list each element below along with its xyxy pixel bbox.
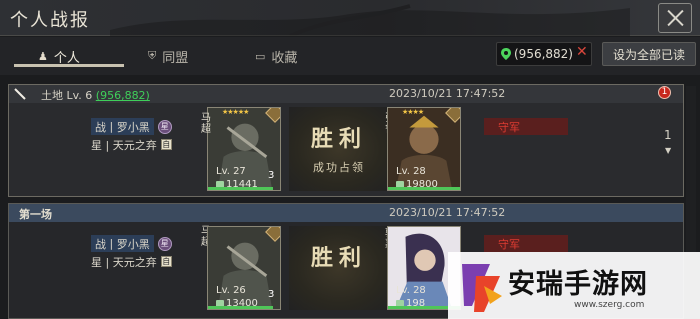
person-icon: ♟: [38, 49, 48, 63]
round-header: 第一场 2023/10/21 17:47:52: [9, 204, 683, 222]
result-subtitle: 成功占领: [313, 161, 365, 174]
page-number: 1: [664, 128, 672, 142]
result-title: 胜利: [310, 245, 367, 271]
hero-health-bar: [388, 187, 460, 190]
brush-icon: [14, 88, 26, 100]
site-watermark: 安瑞手游网 www.szerg.com: [448, 252, 700, 319]
active-tab-indicator: [14, 64, 124, 67]
hero-count: 3: [268, 289, 275, 300]
result-title: 胜利: [310, 126, 367, 152]
round-label: 第一场: [19, 208, 52, 221]
close-button[interactable]: [658, 3, 692, 33]
attacker-player-row[interactable]: 战 | 罗小黑 星: [91, 118, 199, 135]
hero-stars: ★★★★: [402, 108, 424, 116]
mark-all-read-button[interactable]: 设为全部已读: [602, 42, 696, 66]
attacker-alliance-row[interactable]: 星 | 天元之弃 自: [91, 136, 199, 153]
land-info: 土地 Lv. 6 (956,882): [41, 87, 150, 103]
tab-bar: ♟ 个人 ⛨ 同盟 ▭ 收藏: [0, 37, 700, 75]
attacker-hero-card[interactable]: Lv. 26 3 13400: [207, 226, 281, 310]
star-badge-icon: 星: [157, 236, 172, 251]
attacker-alliance-name: 星 | 天元之弃: [91, 138, 157, 152]
land-level: 土地 Lv. 6: [41, 89, 93, 102]
battle-result: 胜利 成功占领: [289, 107, 389, 191]
star-badge-icon: 星: [157, 119, 172, 134]
attacker-alliance-name: 星 | 天元之弃: [91, 255, 157, 269]
hero-level: Lv. 27: [216, 166, 246, 177]
report-header: 土地 Lv. 6 (956,882) 2023/10/21 17:47:52 1: [9, 85, 683, 103]
defender-label: 守军: [484, 118, 568, 135]
attacker-hero-name: 马超: [201, 113, 211, 135]
bookmark-icon: ▭: [255, 49, 266, 63]
self-badge-icon: 自: [160, 256, 172, 267]
battle-report-card[interactable]: 土地 Lv. 6 (956,882) 2023/10/21 17:47:52 1…: [8, 84, 684, 197]
attacker-player-row[interactable]: 战 | 罗小黑 星: [91, 235, 199, 252]
watermark-text: 安瑞手游网: [508, 269, 648, 300]
attacker-hero-card[interactable]: ★★★★★ Lv. 27 3 11441: [207, 107, 281, 191]
location-pin-icon: [501, 48, 511, 60]
window-header: 个人战报: [0, 0, 700, 36]
hero-stars: ★★★★★: [222, 108, 249, 116]
hero-health-bar: [208, 306, 273, 309]
hero-health-bar: [208, 187, 273, 190]
clear-filter-button[interactable]: ✕: [576, 44, 588, 60]
tab-label: 同盟: [162, 50, 189, 66]
ink-wash-decoration: [110, 4, 630, 36]
hero-count: 3: [268, 170, 275, 181]
unread-badge: 1: [658, 86, 671, 99]
hero-portrait: [388, 108, 460, 190]
self-badge-icon: 自: [160, 139, 172, 150]
hero-level: Lv. 28: [396, 166, 426, 177]
report-timestamp: 2023/10/21 17:47:52: [389, 87, 506, 100]
tab-bookmarks[interactable]: ▭ 收藏: [255, 41, 297, 71]
attacker-player-name: 战 | 罗小黑: [91, 118, 154, 135]
scroll-down-icon[interactable]: ▼: [665, 146, 671, 155]
land-coordinate-link[interactable]: (956,882): [96, 89, 150, 102]
hero-level: Lv. 28: [396, 285, 426, 296]
watermark-logo: [462, 264, 502, 312]
tab-label: 个人: [53, 50, 80, 66]
defender-label: 守军: [484, 235, 568, 252]
attacker-alliance-row[interactable]: 星 | 天元之弃 自: [91, 253, 199, 270]
defender-hero-card[interactable]: ★★★★ Lv. 28 19800: [387, 107, 461, 191]
alliance-icon: ⛨: [148, 49, 157, 62]
battle-result: 胜利: [289, 226, 389, 310]
tab-label: 收藏: [271, 50, 298, 66]
hero-level: Lv. 26: [216, 285, 246, 296]
window-title: 个人战报: [10, 10, 90, 31]
attacker-player-name: 战 | 罗小黑: [91, 235, 154, 252]
round-timestamp: 2023/10/21 17:47:52: [389, 206, 506, 219]
tab-alliance[interactable]: ⛨ 同盟: [148, 41, 188, 71]
watermark-url: www.szerg.com: [574, 300, 645, 310]
coordinate-filter-value: (956,882): [514, 47, 573, 61]
